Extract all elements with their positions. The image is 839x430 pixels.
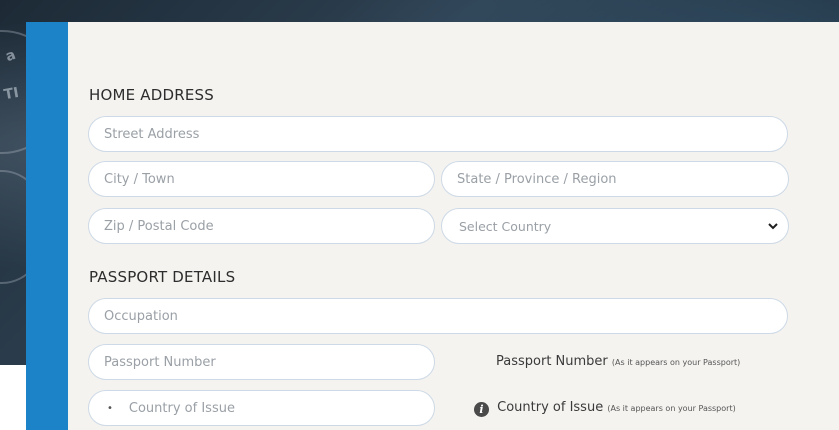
street-address-input[interactable]	[88, 116, 788, 152]
form-card: HOME ADDRESS Select Country PASSPORT DET…	[26, 22, 839, 430]
occupation-input[interactable]	[88, 298, 788, 334]
country-of-issue-hint: i Country of Issue (As it appears on you…	[474, 400, 736, 417]
country-select-value: Select Country	[459, 218, 552, 234]
passport-number-hint: Passport Number (As it appears on your P…	[496, 354, 740, 369]
passport-number-hint-label: Passport Number	[496, 354, 608, 369]
country-select[interactable]: Select Country	[441, 208, 789, 244]
passport-number-input[interactable]	[88, 344, 435, 380]
passport-number-hint-note: (As it appears on your Passport)	[611, 358, 741, 367]
passport-details-heading: PASSPORT DETAILS	[89, 268, 236, 286]
zip-postal-code-input[interactable]	[88, 208, 435, 244]
country-of-issue-hint-label: Country of Issue	[497, 400, 604, 415]
home-address-heading: HOME ADDRESS	[89, 86, 214, 104]
bullet-icon: •	[107, 402, 113, 414]
chevron-down-icon	[758, 222, 788, 230]
page: TI a HOME ADDRESS Select Country PASSPOR…	[0, 0, 839, 430]
background-decoration: TI	[2, 84, 21, 104]
country-of-issue-value: Country of Issue	[128, 400, 235, 416]
country-of-issue-select[interactable]: • Country of Issue	[88, 390, 435, 426]
info-icon[interactable]: i	[474, 402, 489, 417]
city-town-input[interactable]	[88, 161, 435, 197]
country-of-issue-hint-note: (As it appears on your Passport)	[607, 404, 736, 413]
accent-bar	[26, 22, 68, 430]
state-province-region-input[interactable]	[441, 161, 789, 197]
